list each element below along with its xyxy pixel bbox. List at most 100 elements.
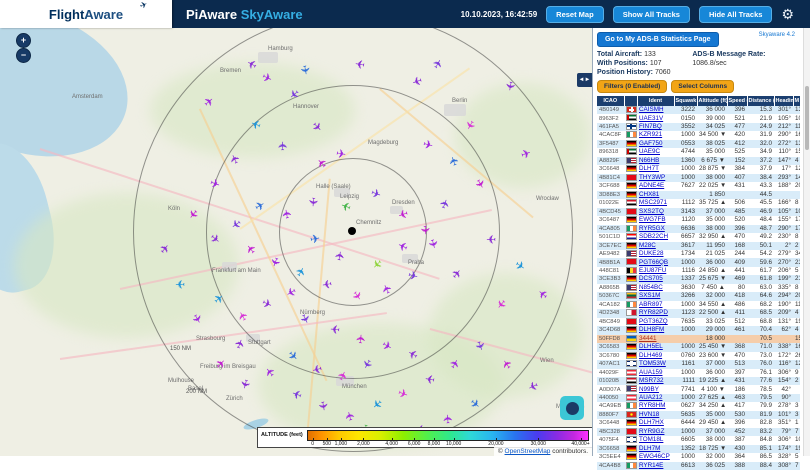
table-row[interactable]: A8865BN854BC36307 450 ▲8063.0335°8: [597, 284, 800, 292]
table-row[interactable]: 501C1DSDB22CH665732 950 ▲47049.2230°8: [597, 233, 800, 241]
ident-link[interactable]: RYR5GX: [639, 225, 665, 232]
table-row[interactable]: 4CAC8FKZR921100034 500 ▼42031.9290°16: [597, 131, 800, 139]
ident-link[interactable]: DLH469: [639, 352, 662, 359]
header-messages[interactable]: M: [793, 96, 800, 106]
table-row[interactable]: 3CF688ADNE4E762722 025 ▼43143.3188°20: [597, 182, 800, 190]
table-row[interactable]: AE9482DUKE28173421 02524454.2279°34: [597, 250, 800, 258]
ident-link[interactable]: M28C: [639, 242, 656, 249]
table-row[interactable]: 4075F4TOM18L660538 00038784.8306°10: [597, 436, 800, 444]
table-row[interactable]: 01020BMSR732111119 225 ▲43177.6154°2: [597, 377, 800, 385]
table-row[interactable]: 44029FAUA159100036 00039776.1306°9: [597, 369, 800, 377]
ident-link[interactable]: RYR9GZ: [639, 428, 664, 435]
zoom-in-button[interactable]: +: [16, 33, 31, 48]
ident-link[interactable]: AUA212: [639, 394, 662, 401]
aircraft-marker[interactable]: ✈: [442, 413, 455, 424]
ident-link[interactable]: TOM18L: [639, 436, 663, 443]
table-row[interactable]: 3CE3B3DCS705133725 675 ▼46961.8199°21: [597, 275, 800, 283]
table-row[interactable]: 3C6648DLH7T100028 875 ▼38437.917°12: [597, 165, 800, 173]
aircraft-marker[interactable]: ✈: [175, 278, 185, 290]
ident-link[interactable]: EWG7FB: [639, 216, 666, 223]
ident-link[interactable]: 34441: [639, 335, 657, 342]
table-row[interactable]: 3C6487EWG7FB112035 00052048.4155°17: [597, 216, 800, 224]
table-row[interactable]: A0D07AN99BY77414 100 ▼18678.542°: [597, 385, 800, 393]
header-heading[interactable]: Heading: [774, 96, 793, 106]
skyaware-version-link[interactable]: Skyaware 4.2: [759, 32, 795, 38]
ident-link[interactable]: AUA159: [639, 369, 662, 376]
aircraft-marker[interactable]: ✈: [333, 250, 347, 262]
ident-link[interactable]: TOM53W: [639, 360, 666, 367]
header-flag[interactable]: [624, 96, 637, 106]
table-row[interactable]: 3C6780DLH469076023 600 ▼47073.0172°26: [597, 352, 800, 360]
table-row[interactable]: 3C6583DLH5EL100025 450 ▼36871.0338°16: [597, 343, 800, 351]
table-row[interactable]: 4D2348RYR82PD112322 500 ▲41168.5209°4: [597, 309, 800, 317]
ident-link[interactable]: RYR82PD: [639, 309, 668, 316]
ident-link[interactable]: DLH7HX: [639, 419, 664, 426]
table-row[interactable]: 407AC1TOM53W116137 00051376.0116°12: [597, 360, 800, 368]
table-row[interactable]: 4CA182ABR897100034 550 ▲48668.2190°11: [597, 301, 800, 309]
ident-link[interactable]: DLH8FM: [639, 326, 664, 333]
flightaware-logo[interactable]: FlightAware ✈: [0, 0, 172, 28]
table-row[interactable]: 4B81C4THY3WP100038 00040738.4293°14: [597, 174, 800, 182]
table-row[interactable]: 440050AUA212100027 625 ▲46379.590°: [597, 394, 800, 402]
aircraft-marker[interactable]: ✈: [277, 141, 289, 151]
zoom-out-button[interactable]: −: [16, 48, 31, 63]
ident-link[interactable]: CAISMH: [639, 106, 664, 113]
ident-link[interactable]: SXS1M: [639, 292, 660, 299]
reset-map-button[interactable]: Reset Map: [546, 6, 604, 23]
show-all-tracks-button[interactable]: Show All Tracks: [613, 6, 690, 23]
table-row[interactable]: 3C6658DLH7M135218 725 ▼43085.1174°19: [597, 445, 800, 453]
header-distance[interactable]: Distance (NM): [747, 96, 774, 106]
table-row[interactable]: 3F5487GAF750055338 02541232.0272°13: [597, 140, 800, 148]
aircraft-marker[interactable]: ✈: [309, 232, 321, 246]
ident-link[interactable]: RYR8HM: [639, 402, 665, 409]
ident-link[interactable]: DLH7M: [639, 445, 660, 452]
aircraft-marker[interactable]: ✈: [424, 372, 436, 386]
ident-link[interactable]: UAE31V: [639, 115, 663, 122]
table-row[interactable]: 4BCD45SXS2TQ314337 00048546.9105°10: [597, 208, 800, 216]
ident-link[interactable]: N66HB: [639, 157, 659, 164]
ident-link[interactable]: GAF750: [639, 140, 662, 147]
ident-link[interactable]: UAE9C: [639, 148, 660, 155]
scrollbar-thumb[interactable]: [805, 86, 809, 150]
table-row[interactable]: 461FA5FIN7BQ355234 02547724.9212°11: [597, 123, 800, 131]
ident-link[interactable]: N854BC: [639, 284, 663, 291]
table-row[interactable]: 8963F2UAE31V015039 00052121.9105°10: [597, 114, 800, 122]
openstreetmap-link[interactable]: OpenStreetMap: [505, 448, 551, 455]
header-speed[interactable]: Speed (kt): [727, 96, 747, 106]
filters-button[interactable]: Filters (0 Enabled): [597, 80, 667, 93]
ident-link[interactable]: FIN7BQ: [639, 123, 662, 130]
ident-link[interactable]: RYR14E: [639, 462, 663, 469]
table-row[interactable]: 896318UAE9C474435 00052534.9110°15: [597, 148, 800, 156]
aircraft-marker[interactable]: ✈: [419, 224, 432, 235]
table-row[interactable]: 3D88E3CHX811 85044.5: [597, 191, 800, 199]
table-row[interactable]: 4CA4B8RYR14E661336 02538888.4308°7: [597, 462, 800, 470]
ident-link[interactable]: CHX81: [639, 191, 659, 198]
aircraft-marker[interactable]: ✈: [329, 323, 340, 336]
header-ident[interactable]: Ident: [637, 96, 674, 106]
aircraft-marker[interactable]: ✈: [355, 333, 368, 344]
aircraft-marker[interactable]: ✈: [335, 147, 347, 161]
table-row[interactable]: 4BC849PGT36ZQ763533 02551268.8131°19: [597, 318, 800, 326]
sidebar-collapse-toggle[interactable]: ◄►: [577, 73, 592, 87]
aircraft-marker[interactable]: ✈: [503, 80, 517, 92]
table-row[interactable]: 4CA9EBRYR8HM062734 250 ▲41779.9278°3: [597, 402, 800, 410]
aircraft-marker[interactable]: ✈: [486, 233, 496, 245]
ident-link[interactable]: DLH5EL: [639, 343, 663, 350]
map-layers-button[interactable]: [560, 396, 584, 420]
ident-link[interactable]: KZR921: [639, 131, 662, 138]
table-row[interactable]: 50367CSXS1M326632 00041864.6294°20: [597, 292, 800, 300]
table-row[interactable]: 3C5EE4EWG46CP100032 00036486.5328°5: [597, 453, 800, 461]
header-squawk[interactable]: Squawk: [674, 96, 697, 106]
table-row[interactable]: 3CE7ECM28C361711 95016850.12°2: [597, 242, 800, 250]
header-icao[interactable]: ICAO: [597, 96, 624, 106]
table-row[interactable]: 4BC328RYR9GZ100037 00045283.279°7: [597, 428, 800, 436]
aircraft-marker[interactable]: ✈: [321, 277, 333, 291]
table-row[interactable]: 3C6448DLH7HX644429 450 ▲39682.8351°1: [597, 419, 800, 427]
ident-link[interactable]: PGT66QB: [639, 259, 668, 266]
select-columns-button[interactable]: Select Columns: [671, 80, 734, 93]
ident-link[interactable]: N99BY: [639, 386, 659, 393]
table-row[interactable]: 50FFD83444118 00070.515: [597, 335, 800, 343]
header-altitude[interactable]: Altitude (ft): [697, 96, 727, 106]
aircraft-marker[interactable]: ✈: [280, 208, 294, 220]
table-row[interactable]: 4B8B1APGT66QB100036 00040959.6270°23: [597, 258, 800, 266]
